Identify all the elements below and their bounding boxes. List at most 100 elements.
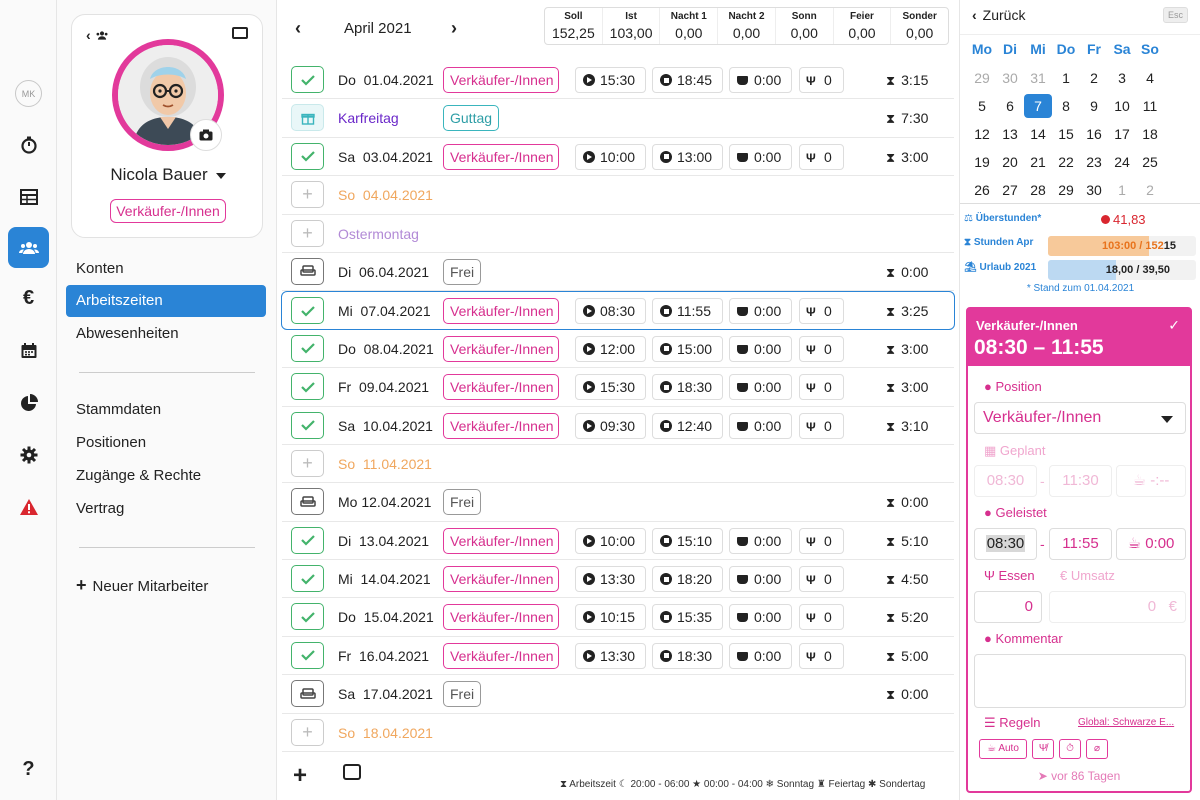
day-row[interactable]: Fr 09.04.2021 Verkäufer-/Innen 15:30 18:30 0…: [282, 368, 954, 407]
user-initials-avatar[interactable]: MK: [15, 80, 42, 107]
check-icon[interactable]: [291, 373, 324, 401]
check-icon[interactable]: [291, 334, 324, 362]
nav-konten[interactable]: Konten: [66, 253, 266, 285]
break-time[interactable]: 0:00: [729, 143, 792, 170]
end-time[interactable]: 15:10: [652, 527, 723, 554]
day-row[interactable]: Di 06.04.2021 Frei ⧗ 0:00: [282, 253, 954, 292]
calendar-day[interactable]: 16: [1080, 122, 1108, 146]
pie-chart-icon[interactable]: [8, 382, 49, 423]
break-time[interactable]: 0:00: [729, 412, 792, 439]
add-icon[interactable]: +: [291, 219, 324, 247]
actual-break-input[interactable]: ☕ 0:00: [1116, 528, 1186, 560]
calendar-icon[interactable]: [8, 330, 49, 371]
calendar-day[interactable]: 21: [1024, 150, 1052, 174]
calendar-day[interactable]: 31: [1024, 66, 1052, 90]
nav-zugaenge[interactable]: Zugänge & Rechte: [66, 460, 266, 492]
add-entry-button[interactable]: +: [293, 762, 307, 790]
meal-count[interactable]: Ψ0: [799, 374, 844, 401]
check-icon[interactable]: [291, 297, 324, 325]
free-chip[interactable]: Frei: [443, 681, 482, 708]
position-chip[interactable]: Verkäufer-/Innen: [443, 566, 559, 593]
calendar-day[interactable]: 13: [996, 122, 1024, 146]
calendar-day[interactable]: 17: [1108, 122, 1136, 146]
nav-arbeitszeiten[interactable]: Arbeitszeiten: [66, 285, 266, 317]
add-icon[interactable]: +: [291, 718, 324, 746]
meal-count[interactable]: Ψ0: [799, 67, 844, 93]
rules-link[interactable]: Global: Schwarze E...: [1078, 717, 1174, 728]
break-time[interactable]: 0:00: [729, 642, 792, 669]
position-chip[interactable]: Verkäufer-/Innen: [443, 143, 559, 170]
day-row[interactable]: Do 15.04.2021 Verkäufer-/Innen 10:15 15:35 0…: [282, 598, 954, 637]
meal-count[interactable]: Ψ0: [799, 566, 844, 593]
meal-count[interactable]: Ψ0: [799, 298, 844, 325]
add-icon[interactable]: +: [291, 181, 324, 209]
free-chip[interactable]: Frei: [443, 489, 482, 516]
day-row[interactable]: Karfreitag Guttag ⧗ 7:30: [282, 99, 954, 138]
calendar-day[interactable]: 30: [996, 66, 1024, 90]
end-time[interactable]: 12:40: [652, 412, 723, 439]
calendar-day[interactable]: 14: [1024, 122, 1052, 146]
break-time[interactable]: 0:00: [729, 604, 792, 631]
start-time[interactable]: 10:15: [575, 604, 646, 631]
sofa-icon[interactable]: [291, 680, 324, 708]
actual-start-input[interactable]: 08:30: [974, 528, 1037, 560]
help-icon[interactable]: ?: [8, 749, 49, 790]
calendar-day[interactable]: 15: [1052, 122, 1080, 146]
planned-start-input[interactable]: 08:30: [974, 465, 1037, 497]
revenue-input[interactable]: 0 €: [1049, 591, 1186, 623]
meal-count[interactable]: Ψ0: [799, 412, 844, 439]
esc-button[interactable]: Esc: [1162, 7, 1188, 23]
check-icon[interactable]: [291, 66, 324, 93]
comment-textarea[interactable]: [974, 654, 1186, 708]
id-card-icon[interactable]: [232, 27, 248, 39]
calendar-day[interactable]: 28: [1024, 178, 1052, 202]
calendar-day[interactable]: 18: [1136, 122, 1164, 146]
nav-vertrag[interactable]: Vertrag: [66, 493, 266, 525]
calendar-day[interactable]: 2: [1136, 178, 1164, 202]
add-icon[interactable]: +: [291, 449, 324, 477]
stopwatch-icon[interactable]: [8, 124, 49, 165]
day-row[interactable]: + So 04.04.2021: [282, 176, 954, 215]
back-button[interactable]: ‹ Zurück: [972, 7, 1025, 23]
meal-input[interactable]: 0: [974, 591, 1042, 623]
start-time[interactable]: 15:30: [575, 374, 646, 401]
calendar-day[interactable]: 25: [1136, 150, 1164, 174]
start-time[interactable]: 09:30: [575, 412, 646, 439]
employee-name[interactable]: Nicola Bauer: [72, 165, 264, 185]
new-employee-button[interactable]: + Neuer Mitarbeiter: [66, 569, 266, 601]
position-chip[interactable]: Verkäufer-/Innen: [443, 67, 559, 93]
nav-abwesenheiten[interactable]: Abwesenheiten: [66, 318, 266, 350]
actual-end-input[interactable]: 11:55: [1049, 528, 1112, 560]
calendar-day[interactable]: 4: [1136, 66, 1164, 90]
check-icon[interactable]: [291, 142, 324, 170]
calendar-day[interactable]: 27: [996, 178, 1024, 202]
start-time[interactable]: 10:00: [575, 143, 646, 170]
sofa-icon[interactable]: [291, 257, 324, 285]
position-chip[interactable]: Verkäufer-/Innen: [443, 335, 559, 362]
prev-month-button[interactable]: ‹: [295, 18, 301, 39]
calendar-day[interactable]: 1: [1108, 178, 1136, 202]
calendar-day[interactable]: 20: [996, 150, 1024, 174]
meal-count[interactable]: Ψ0: [799, 642, 844, 669]
end-time[interactable]: 18:45: [652, 67, 723, 93]
calendar-day[interactable]: 2: [1080, 66, 1108, 90]
sofa-icon[interactable]: [291, 488, 324, 516]
day-row[interactable]: Do 01.04.2021 Verkäufer-/Innen 15:30 18:45 0…: [282, 61, 954, 100]
day-row[interactable]: Mo 12.04.2021 Frei ⧗ 0:00: [282, 483, 954, 522]
day-row[interactable]: Sa 10.04.2021 Verkäufer-/Innen 09:30 12:40 0…: [282, 407, 954, 445]
day-row[interactable]: + Ostermontag: [282, 215, 954, 253]
break-time[interactable]: 0:00: [729, 374, 792, 401]
end-time[interactable]: 15:00: [652, 335, 723, 362]
meal-count[interactable]: Ψ0: [799, 527, 844, 554]
check-icon[interactable]: [291, 565, 324, 593]
users-icon[interactable]: [8, 227, 49, 268]
gift-icon[interactable]: [291, 104, 324, 132]
break-time[interactable]: 0:00: [729, 335, 792, 362]
day-row[interactable]: Sa 17.04.2021 Frei ⧗ 0:00: [282, 675, 954, 714]
day-row[interactable]: Mi 07.04.2021 Verkäufer-/Innen 08:30 11:55 0…: [281, 291, 955, 330]
calendar-day[interactable]: 8: [1052, 94, 1080, 118]
euro-icon[interactable]: €: [8, 278, 49, 319]
calendar-day[interactable]: 23: [1080, 150, 1108, 174]
table-icon[interactable]: [8, 176, 49, 217]
end-time[interactable]: 18:20: [652, 566, 723, 593]
